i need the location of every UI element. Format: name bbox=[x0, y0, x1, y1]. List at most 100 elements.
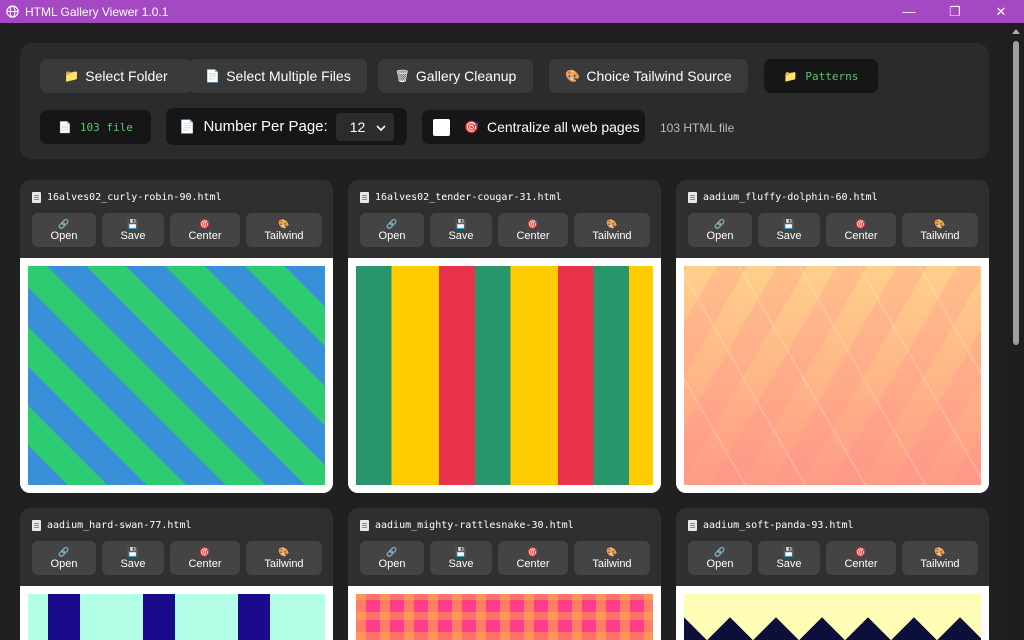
card-actions: 🔗 Open 💾 Save 🎯 Center 🎨 Tailwind bbox=[32, 213, 322, 247]
close-button[interactable]: ✕ bbox=[978, 0, 1024, 23]
save-icon: 💾 bbox=[455, 546, 467, 557]
open-button[interactable]: 🔗 Open bbox=[688, 213, 752, 247]
gallery-cleanup-button[interactable]: 🗑 Gallery Cleanup bbox=[378, 59, 533, 93]
center-label: Center bbox=[844, 229, 878, 242]
center-button[interactable]: 🎯 Center bbox=[498, 213, 568, 247]
select-multiple-files-button[interactable]: 📄 Select Multiple Files bbox=[189, 59, 367, 93]
palette-icon: 🎨 bbox=[278, 546, 290, 557]
pattern-preview[interactable] bbox=[684, 594, 981, 640]
save-icon: 💾 bbox=[783, 218, 795, 229]
palette-icon: 🎨 bbox=[934, 218, 946, 229]
target-icon: 🎯 bbox=[527, 218, 539, 229]
center-button[interactable]: 🎯 Center bbox=[826, 541, 896, 575]
card-actions: 🔗 Open 💾 Save 🎯 Center 🎨 Tailwind bbox=[688, 213, 978, 247]
card-filename: aadium_hard-swan-77.html bbox=[47, 520, 192, 531]
document-icon bbox=[360, 192, 369, 203]
save-label: Save bbox=[120, 229, 146, 242]
scroll-thumb[interactable] bbox=[1013, 41, 1019, 345]
select-folder-button[interactable]: 📁 Select Folder bbox=[40, 59, 192, 93]
pattern-preview[interactable] bbox=[684, 266, 981, 485]
document-icon bbox=[688, 520, 697, 531]
card-actions: 🔗 Open 💾 Save 🎯 Center 🎨 Tailwind bbox=[360, 541, 650, 575]
document-icon: 📄 bbox=[205, 69, 221, 83]
gallery-card: aadium_mighty-rattlesnake-30.html 🔗 Open 💾… bbox=[348, 508, 661, 640]
tailwind-label: Tailwind bbox=[592, 229, 632, 242]
tailwind-button[interactable]: 🎨 Tailwind bbox=[574, 541, 650, 575]
open-label: Open bbox=[378, 557, 406, 570]
gallery-card: 16alves02_tender-cougar-31.html 🔗 Open 💾 Sa… bbox=[348, 180, 661, 493]
save-icon: 💾 bbox=[783, 546, 795, 557]
save-label: Save bbox=[448, 229, 474, 242]
patterns-folder-badge[interactable]: 📁 Patterns bbox=[764, 59, 878, 93]
vertical-scrollbar[interactable] bbox=[1008, 23, 1024, 640]
document-icon bbox=[32, 520, 41, 531]
save-label: Save bbox=[776, 229, 802, 242]
center-button[interactable]: 🎯 Center bbox=[498, 541, 568, 575]
save-label: Save bbox=[776, 557, 802, 570]
preview-frame bbox=[676, 586, 989, 640]
card-filename: aadium_soft-panda-93.html bbox=[703, 520, 854, 531]
palette-icon: 🎨 bbox=[934, 546, 946, 557]
save-button[interactable]: 💾 Save bbox=[102, 541, 164, 575]
link-icon: 🔗 bbox=[386, 546, 398, 557]
centralize-checkbox[interactable] bbox=[433, 118, 450, 136]
preview-frame bbox=[348, 258, 661, 493]
target-icon: 🎯 bbox=[199, 546, 211, 557]
target-icon: 🎯 bbox=[527, 546, 539, 557]
save-button[interactable]: 💾 Save bbox=[758, 213, 820, 247]
tailwind-button[interactable]: 🎨 Tailwind bbox=[902, 213, 978, 247]
target-icon: 🎯 bbox=[199, 218, 211, 229]
tailwind-label: Tailwind bbox=[264, 229, 304, 242]
center-label: Center bbox=[516, 229, 550, 242]
preview-frame bbox=[348, 586, 661, 640]
card-filename: 16alves02_tender-cougar-31.html bbox=[375, 192, 562, 203]
link-icon: 🔗 bbox=[714, 218, 726, 229]
choice-tailwind-source-button[interactable]: 🎨 Choice Tailwind Source bbox=[549, 59, 748, 93]
palette-icon: 🎨 bbox=[606, 218, 618, 229]
pattern-preview[interactable] bbox=[28, 266, 325, 485]
palette-icon: 🎨 bbox=[278, 218, 290, 229]
tailwind-button[interactable]: 🎨 Tailwind bbox=[902, 541, 978, 575]
center-label: Center bbox=[516, 557, 550, 570]
gallery-card: aadium_hard-swan-77.html 🔗 Open 💾 Save 🎯 Cent… bbox=[20, 508, 333, 640]
save-button[interactable]: 💾 Save bbox=[102, 213, 164, 247]
globe-icon bbox=[5, 5, 19, 19]
save-button[interactable]: 💾 Save bbox=[430, 541, 492, 575]
save-icon: 💾 bbox=[127, 218, 139, 229]
link-icon: 🔗 bbox=[714, 546, 726, 557]
save-button[interactable]: 💾 Save bbox=[758, 541, 820, 575]
title-bar: HTML Gallery Viewer 1.0.1 — ❐ ✕ bbox=[0, 0, 1024, 23]
center-button[interactable]: 🎯 Center bbox=[170, 541, 240, 575]
tailwind-label: Tailwind bbox=[920, 229, 960, 242]
pattern-preview[interactable] bbox=[28, 594, 325, 640]
open-button[interactable]: 🔗 Open bbox=[360, 213, 424, 247]
open-label: Open bbox=[50, 557, 78, 570]
scroll-up-icon[interactable] bbox=[1012, 29, 1020, 34]
preview-frame bbox=[676, 258, 989, 493]
open-button[interactable]: 🔗 Open bbox=[360, 541, 424, 575]
center-label: Center bbox=[844, 557, 878, 570]
folder-icon: 📁 bbox=[64, 69, 80, 83]
tailwind-button[interactable]: 🎨 Tailwind bbox=[246, 213, 322, 247]
restore-button[interactable]: ❐ bbox=[932, 0, 978, 23]
centralize-toggle[interactable]: 🎯 Centralize all web pages bbox=[422, 110, 645, 144]
trash-icon: 🗑 bbox=[394, 69, 410, 83]
tailwind-button[interactable]: 🎨 Tailwind bbox=[574, 213, 650, 247]
center-button[interactable]: 🎯 Center bbox=[170, 213, 240, 247]
document-icon: 📄 bbox=[58, 121, 72, 134]
gallery-card: aadium_soft-panda-93.html 🔗 Open 💾 Save 🎯 Cen… bbox=[676, 508, 989, 640]
gallery-card: aadium_fluffy-dolphin-60.html 🔗 Open 💾 Save… bbox=[676, 180, 989, 493]
pattern-preview[interactable] bbox=[356, 266, 653, 485]
open-label: Open bbox=[378, 229, 406, 242]
tailwind-button[interactable]: 🎨 Tailwind bbox=[246, 541, 322, 575]
center-button[interactable]: 🎯 Center bbox=[826, 213, 896, 247]
open-button[interactable]: 🔗 Open bbox=[32, 541, 96, 575]
link-icon: 🔗 bbox=[58, 218, 70, 229]
open-button[interactable]: 🔗 Open bbox=[32, 213, 96, 247]
open-button[interactable]: 🔗 Open bbox=[688, 541, 752, 575]
pattern-preview[interactable] bbox=[356, 594, 653, 640]
minimize-button[interactable]: — bbox=[886, 0, 932, 23]
per-page-select[interactable]: 12 bbox=[335, 112, 394, 141]
document-icon bbox=[360, 520, 369, 531]
save-button[interactable]: 💾 Save bbox=[430, 213, 492, 247]
